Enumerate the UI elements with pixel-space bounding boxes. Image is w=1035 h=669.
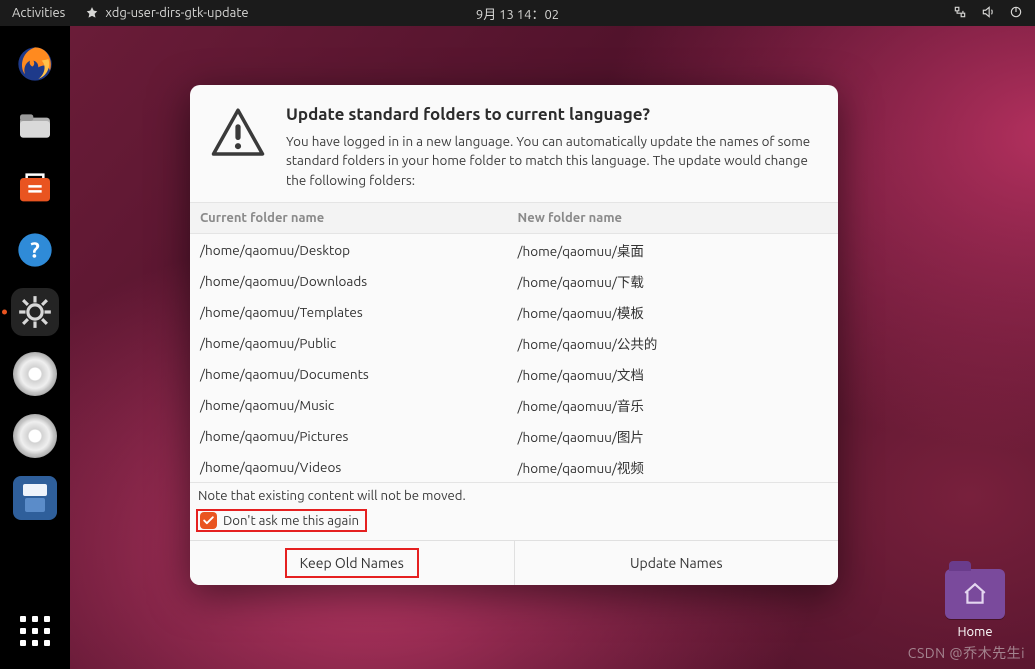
cell-new: /home/qaomuu/公共的 [508, 327, 838, 358]
table-row[interactable]: /home/qaomuu/Downloads/home/qaomuu/下载 [190, 265, 838, 296]
note-text: Note that existing content will not be m… [190, 483, 838, 505]
cell-new: /home/qaomuu/视频 [508, 451, 838, 482]
cell-new: /home/qaomuu/图片 [508, 420, 838, 451]
dock-item-settings[interactable] [11, 288, 59, 336]
app-menu-label: xdg-user-dirs-gtk-update [105, 6, 248, 20]
dont-ask-label: Don't ask me this again [223, 514, 359, 528]
cell-current: /home/qaomuu/Desktop [190, 234, 508, 266]
table-row[interactable]: /home/qaomuu/Documents/home/qaomuu/文档 [190, 358, 838, 389]
cell-current: /home/qaomuu/Public [190, 327, 508, 358]
cell-new: /home/qaomuu/文档 [508, 358, 838, 389]
dock-item-save[interactable] [11, 474, 59, 522]
table-row[interactable]: /home/qaomuu/Pictures/home/qaomuu/图片 [190, 420, 838, 451]
update-names-button[interactable]: Update Names [515, 541, 839, 585]
highlight-dont-ask: Don't ask me this again [196, 509, 367, 532]
table-row[interactable]: /home/qaomuu/Public/home/qaomuu/公共的 [190, 327, 838, 358]
cell-new: /home/qaomuu/模板 [508, 296, 838, 327]
clock[interactable]: 9月 13 14：02 [476, 4, 559, 23]
home-folder-icon [945, 569, 1005, 619]
dock-item-disc-2[interactable] [11, 412, 59, 460]
cell-current: /home/qaomuu/Videos [190, 451, 508, 482]
col-current[interactable]: Current folder name [190, 203, 508, 234]
table-row[interactable]: /home/qaomuu/Templates/home/qaomuu/模板 [190, 296, 838, 327]
app-menu-icon [85, 6, 99, 20]
table-row[interactable]: /home/qaomuu/Videos/home/qaomuu/视频 [190, 451, 838, 482]
cell-current: /home/qaomuu/Downloads [190, 265, 508, 296]
sound-icon[interactable] [981, 5, 995, 22]
dont-ask-checkbox[interactable] [200, 512, 217, 529]
activities-button[interactable]: Activities [0, 6, 77, 20]
network-icon[interactable] [953, 5, 967, 22]
dock-item-firefox[interactable] [11, 40, 59, 88]
highlight-keep-button: Keep Old Names [286, 549, 418, 577]
show-applications-button[interactable] [11, 607, 59, 655]
dock-item-files[interactable] [11, 102, 59, 150]
cell-current: /home/qaomuu/Templates [190, 296, 508, 327]
dock-item-software[interactable] [11, 164, 59, 212]
dialog-title: Update standard folders to current langu… [286, 105, 818, 124]
cell-current: /home/qaomuu/Music [190, 389, 508, 420]
power-icon[interactable] [1009, 5, 1023, 22]
update-folders-dialog: Update standard folders to current langu… [190, 85, 838, 585]
cell-new: /home/qaomuu/音乐 [508, 389, 838, 420]
cell-current: /home/qaomuu/Documents [190, 358, 508, 389]
dock-item-help[interactable]: ? [11, 226, 59, 274]
dock: ? [0, 26, 70, 669]
cell-new: /home/qaomuu/桌面 [508, 234, 838, 266]
warning-icon [210, 105, 266, 190]
desktop-home-label: Home [939, 625, 1011, 639]
app-menu[interactable]: xdg-user-dirs-gtk-update [77, 6, 256, 20]
cell-current: /home/qaomuu/Pictures [190, 420, 508, 451]
folders-table: Current folder name New folder name /hom… [190, 202, 838, 483]
table-row[interactable]: /home/qaomuu/Desktop/home/qaomuu/桌面 [190, 234, 838, 266]
svg-text:?: ? [30, 239, 40, 263]
top-bar: Activities xdg-user-dirs-gtk-update 9月 1… [0, 0, 1035, 26]
dock-item-disc-1[interactable] [11, 350, 59, 398]
keep-old-names-button[interactable]: Keep Old Names [190, 541, 515, 585]
cell-new: /home/qaomuu/下载 [508, 265, 838, 296]
dialog-message: You have logged in in a new language. Yo… [286, 132, 818, 190]
desktop-home-folder[interactable]: Home [939, 569, 1011, 639]
table-row[interactable]: /home/qaomuu/Music/home/qaomuu/音乐 [190, 389, 838, 420]
col-new[interactable]: New folder name [508, 203, 838, 234]
